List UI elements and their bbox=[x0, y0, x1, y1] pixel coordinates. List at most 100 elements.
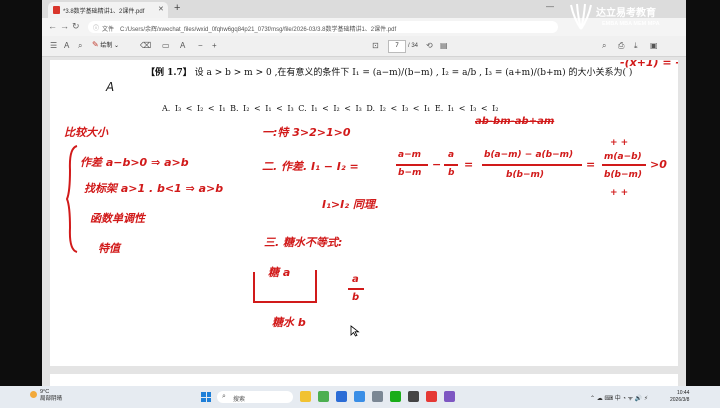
question-stem: 【例 1.7】 设 a > b > m > 0 ,在有意义的条件下 I₁ = (… bbox=[146, 65, 632, 78]
weather-temp: 9°C bbox=[40, 389, 50, 395]
rotate-icon[interactable]: ⟲ bbox=[426, 41, 433, 51]
page-number-input[interactable]: 7 bbox=[388, 40, 406, 53]
left-black-margin bbox=[0, 0, 42, 386]
two-page-icon[interactable]: ▤ bbox=[440, 41, 448, 51]
hw-frac1-num: a−m bbox=[398, 150, 421, 160]
search-icon: ⌕ bbox=[222, 393, 226, 400]
hw-method-2: 找标架 a>1 . b<1 ⇒ a>b bbox=[84, 182, 224, 195]
windows-taskbar: 9°C 局部阴晴 ⌕ 搜索 ⌃ ☁ ⌨ 中 ◔ ᯤ 🔊 ⚡ 10:44 2026… bbox=[0, 386, 720, 408]
hw-frac3-bar bbox=[482, 164, 582, 166]
hw-ratio-bar bbox=[348, 288, 364, 290]
question-text: 设 a > b > m > 0 ,在有意义的条件下 I₁ = (a−m)/(b−… bbox=[194, 68, 633, 78]
hw-conclusion: I₁>I₂ 同理. bbox=[322, 198, 380, 211]
hw-equals-1: = bbox=[464, 158, 474, 171]
brand-logo: 达立易考教育 EMBA MBA MEM MPA bbox=[566, 2, 690, 34]
read-aloud-icon[interactable]: A bbox=[64, 41, 69, 51]
hw-heading-compare: 比较大小 bbox=[64, 126, 108, 139]
zoom-out-icon[interactable]: − bbox=[198, 41, 203, 51]
new-tab-button[interactable]: + bbox=[174, 2, 180, 14]
app-icon-gray[interactable] bbox=[372, 391, 383, 402]
hw-step-2: 二. 作差. I₁ − I₂ = bbox=[262, 160, 359, 173]
save-as-icon[interactable]: ▣ bbox=[650, 41, 658, 51]
hw-ratio-num: a bbox=[352, 274, 359, 285]
forward-arrow-icon[interactable]: → bbox=[60, 21, 69, 32]
save-icon[interactable]: ⤓ bbox=[634, 41, 638, 51]
question-options: A. I₃ < I₂ < I₁ B. I₂ < I₁ < I₃ C. I₁ < … bbox=[162, 104, 499, 113]
tab-title: *3.8数学基础精讲1、2课件.pdf bbox=[63, 9, 145, 15]
file-explorer-icon[interactable] bbox=[300, 391, 311, 402]
start-button[interactable] bbox=[201, 392, 211, 402]
brand-title: 达立易考教育 bbox=[596, 8, 656, 19]
zoom-in-icon[interactable]: + bbox=[212, 41, 217, 51]
hw-frac4-den: b(b−m) bbox=[604, 170, 643, 180]
contents-icon[interactable]: ☰ bbox=[50, 41, 57, 51]
tab-close-icon[interactable]: ✕ bbox=[158, 5, 164, 13]
hw-ratio-den: b bbox=[352, 292, 360, 303]
hw-frac2-den: b bbox=[448, 168, 455, 178]
hw-greater-zero: >0 bbox=[650, 158, 667, 171]
question-label: 【例 1.7】 bbox=[146, 68, 192, 78]
hw-step-3: 三. 糖水不等式: bbox=[264, 236, 343, 249]
hw-frac2-bar bbox=[444, 164, 458, 166]
pen-icon: ✎ bbox=[92, 40, 99, 49]
clock[interactable]: 10:44 2026/3/8 bbox=[670, 390, 689, 404]
hw-answer-letter: A bbox=[106, 80, 115, 94]
search-icon[interactable]: ⌕ bbox=[602, 41, 606, 51]
store-icon[interactable] bbox=[354, 391, 365, 402]
hw-signs-bottom: + + bbox=[610, 188, 629, 198]
hw-left-brace bbox=[66, 145, 78, 253]
tab-pdf[interactable]: *3.8数学基础精讲1、2课件.pdf ✕ bbox=[48, 2, 168, 18]
weather-sun-icon bbox=[30, 391, 37, 398]
text-icon[interactable]: A bbox=[180, 41, 185, 51]
weather-widget[interactable]: 9°C 局部阴晴 bbox=[30, 389, 63, 403]
info-icon: ⓘ bbox=[93, 26, 100, 32]
app-icon-red[interactable] bbox=[426, 391, 437, 402]
fit-page-icon[interactable]: ⊡ bbox=[372, 41, 379, 51]
hw-step-1: 一:特 3>2>1>0 bbox=[262, 126, 351, 139]
draw-button[interactable]: ✎ 绘制 ⌄ bbox=[92, 40, 119, 49]
back-arrow-icon[interactable]: ← bbox=[48, 21, 57, 32]
hw-top-right-expression: -(x+1) = -x-1 bbox=[620, 60, 678, 69]
wechat-icon[interactable] bbox=[390, 391, 401, 402]
hw-method-1: 作差 a−b>0 ⇒ a>b bbox=[80, 156, 189, 169]
minimize-icon[interactable]: — bbox=[546, 2, 554, 11]
hw-equals-2: = bbox=[586, 158, 596, 171]
ask-icon[interactable]: ⌕ bbox=[78, 41, 82, 51]
taskbar-search[interactable]: ⌕ 搜索 bbox=[217, 391, 293, 403]
refresh-icon[interactable]: ↻ bbox=[72, 21, 80, 32]
brand-emblem-icon bbox=[570, 3, 592, 30]
hw-crossed-expansion: ab-bm-ab+am bbox=[475, 116, 555, 127]
pdf-file-icon bbox=[53, 6, 60, 14]
pdf-toolbar: ☰ A ⌕ ✎ 绘制 ⌄ ⌫ ▭ A − + ⊡ 7 / 34 ⟲ ▤ ⌕ ⎙ … bbox=[42, 36, 686, 57]
draw-label: 绘制 bbox=[100, 43, 113, 49]
address-input[interactable]: ⓘ 文件 C:/Users/余辉/xwechat_files/wxid_0fqh… bbox=[88, 21, 558, 33]
edge-browser-icon[interactable] bbox=[336, 391, 347, 402]
hw-frac4-num: m(a−b) bbox=[604, 152, 642, 162]
next-pdf-page bbox=[50, 374, 678, 386]
pdf-page: 【例 1.7】 设 a > b > m > 0 ,在有意义的条件下 I₁ = (… bbox=[50, 60, 678, 366]
hw-frac3-den: b(b−m) bbox=[506, 170, 545, 180]
address-scheme-label: 文件 bbox=[102, 27, 115, 33]
app-icon-dark[interactable] bbox=[408, 391, 419, 402]
hw-signs-top: + + bbox=[610, 138, 629, 148]
app-icon-purple[interactable] bbox=[444, 391, 455, 402]
hw-method-4: 特值 bbox=[98, 242, 120, 255]
weather-desc: 局部阴晴 bbox=[40, 396, 63, 402]
page-total: / 34 bbox=[408, 43, 419, 49]
taskbar-search-placeholder: 搜索 bbox=[233, 397, 246, 403]
hw-box-top-label: 糖 a bbox=[268, 266, 291, 279]
hw-box-bottom-label: 糖水 b bbox=[272, 316, 306, 329]
hw-frac2-num: a bbox=[448, 150, 455, 160]
print-icon[interactable]: ⎙ bbox=[618, 41, 624, 51]
highlight-icon[interactable]: ▭ bbox=[162, 41, 170, 51]
brand-subtitle: EMBA MBA MEM MPA bbox=[602, 21, 660, 27]
hw-frac4-bar bbox=[602, 164, 646, 166]
system-tray[interactable]: ⌃ ☁ ⌨ 中 ◔ ᯤ 🔊 ⚡ bbox=[590, 393, 648, 402]
hw-frac1-den: b−m bbox=[398, 168, 422, 178]
hw-method-3: 函数单调性 bbox=[90, 212, 145, 225]
address-path: C:/Users/余辉/xwechat_files/wxid_0fqhw6gq8… bbox=[120, 27, 397, 33]
app-icon-green[interactable] bbox=[318, 391, 329, 402]
browser-window: *3.8数学基础精讲1、2课件.pdf ✕ + — ← → ↻ ⓘ 文件 C:/… bbox=[42, 0, 686, 386]
mouse-cursor-icon bbox=[350, 325, 360, 337]
eraser-icon[interactable]: ⌫ bbox=[140, 41, 151, 51]
